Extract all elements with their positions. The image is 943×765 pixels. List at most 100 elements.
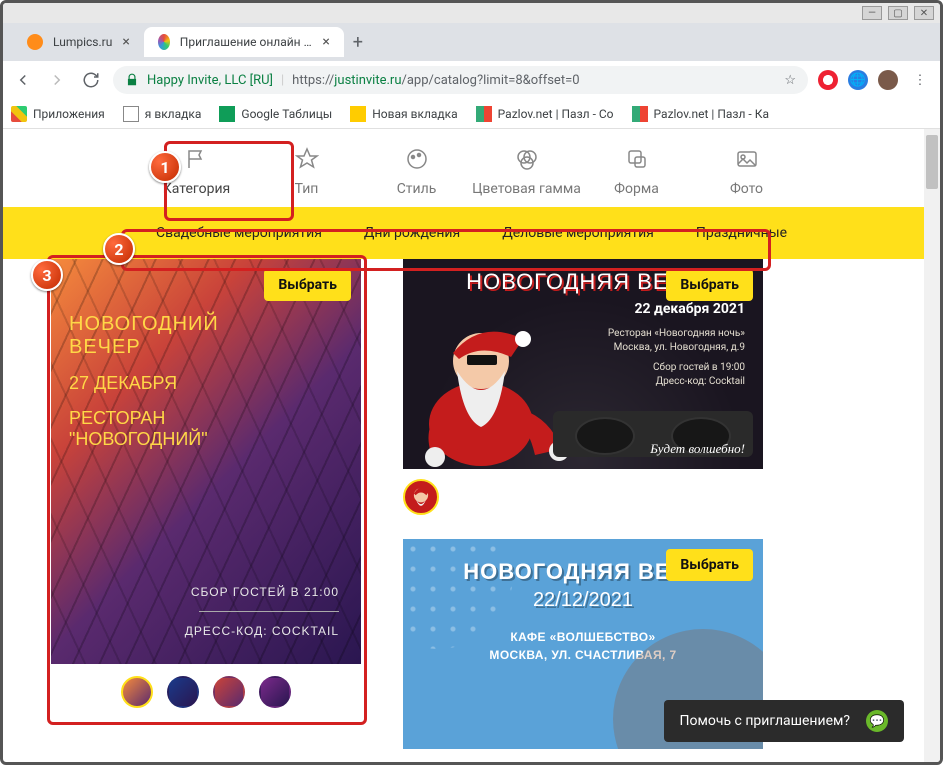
browser-tab[interactable]: Приглашение онлайн и сайт ме × xyxy=(144,27,344,57)
new-tab-button[interactable]: + xyxy=(344,28,372,56)
template-card[interactable]: Выбрать НОВОГОДНЯЯ ВЕЧЕ 22 декабря 2021 … xyxy=(403,259,763,525)
category-item[interactable]: Дни рождения xyxy=(364,225,460,241)
profile-avatar[interactable] xyxy=(878,70,898,90)
back-button[interactable] xyxy=(11,68,35,92)
lock-icon xyxy=(125,73,139,87)
window-minimize-button[interactable]: — xyxy=(862,6,882,20)
window-titlebar: — ▢ ✕ xyxy=(3,3,940,23)
chat-icon: 💬 xyxy=(866,710,888,732)
bookmark-label: Новая вкладка xyxy=(372,107,457,121)
star-icon[interactable]: ☆ xyxy=(784,73,796,88)
card-date: 27 ДЕКАБРЯ xyxy=(69,373,219,394)
color-swatches xyxy=(403,469,763,525)
reload-button[interactable] xyxy=(79,68,103,92)
filter-label: Фото xyxy=(730,181,763,197)
filter-label: Стиль xyxy=(397,181,437,197)
cards-grid: 3 Выбрать НОВОГОДНИЙ ВЕЧЕР 27 ДЕКАБРЯ РЕ… xyxy=(3,259,940,273)
filter-type[interactable]: Тип xyxy=(252,147,362,197)
filter-color[interactable]: Цветовая гамма xyxy=(472,147,582,197)
filter-tabs: Категория Тип Стиль Цветовая гамма Форма… xyxy=(3,129,940,207)
page-content: 1 Категория Тип Стиль Цветовая гамма Фор… xyxy=(3,129,940,762)
filter-style[interactable]: Стиль xyxy=(362,147,472,197)
tab-close-icon[interactable]: × xyxy=(322,34,329,50)
star-icon xyxy=(295,147,319,171)
scrollbar[interactable] xyxy=(924,129,940,762)
color-swatch[interactable] xyxy=(259,676,291,708)
bookmarks-bar: Приложения я вкладка Google Таблицы Нова… xyxy=(3,99,940,129)
bookmark-item[interactable]: Новая вкладка xyxy=(350,106,457,122)
select-button[interactable]: Выбрать xyxy=(666,549,753,581)
apps-icon xyxy=(11,106,27,122)
filter-photo[interactable]: Фото xyxy=(692,147,802,197)
palette-icon xyxy=(405,147,429,171)
filter-label: Цветовая гамма xyxy=(472,181,581,197)
card-dress-code: ДРЕСС-КОД: COCKTAIL xyxy=(185,624,339,638)
card-title-line: ВЕЧЕР xyxy=(69,336,219,359)
doc-icon xyxy=(123,106,139,122)
bookmark-label: Google Таблицы xyxy=(241,107,332,121)
color-swatch[interactable] xyxy=(403,479,439,515)
annotation-badge: 1 xyxy=(149,151,181,183)
sheets-icon xyxy=(219,106,235,122)
card-date: 22 декабря 2021 xyxy=(635,301,746,317)
card-details: Ресторан «Новогодняя ночь» Москва, ул. Н… xyxy=(608,327,745,389)
tab-title: Lumpics.ru xyxy=(53,35,112,49)
bookmark-label: Приложения xyxy=(33,107,105,121)
color-swatch[interactable] xyxy=(167,676,199,708)
url-host: justinvite.ru xyxy=(334,73,401,88)
category-item[interactable]: Праздничные xyxy=(696,225,787,241)
category-item[interactable]: Свадебные мероприятия xyxy=(156,225,322,241)
color-swatches xyxy=(51,664,361,720)
select-button[interactable]: Выбрать xyxy=(666,269,753,301)
filter-label: Форма xyxy=(614,181,659,197)
browser-tabs-row: Lumpics.ru × Приглашение онлайн и сайт м… xyxy=(3,23,940,61)
extension-icon[interactable]: 🌐 xyxy=(848,70,868,90)
bookmark-item[interactable]: Pazlov.net | Пазл - Ка xyxy=(632,106,769,122)
help-label: Помочь с приглашением? xyxy=(680,713,851,729)
browser-toolbar: Happy Invite, LLC [RU] | https://justinv… xyxy=(3,61,940,99)
filter-shape[interactable]: Форма xyxy=(582,147,692,197)
puzzle-icon xyxy=(476,106,492,122)
bookmark-item[interactable]: Pazlov.net | Пазл - Со xyxy=(476,106,614,122)
window-close-button[interactable]: ✕ xyxy=(914,6,934,20)
bookmark-label: Pazlov.net | Пазл - Со xyxy=(498,107,614,121)
secure-label: Happy Invite, LLC [RU] xyxy=(147,73,273,88)
bookmarks-apps[interactable]: Приложения xyxy=(11,106,105,122)
card-venue: КАФЕ «ВОЛШЕБСТВО» МОСКВА, УЛ. СЧАСТЛИВАЯ… xyxy=(403,628,763,664)
bookmark-item[interactable]: Google Таблицы xyxy=(219,106,332,122)
favicon-icon xyxy=(158,34,170,50)
bookmark-label: Pazlov.net | Пазл - Ка xyxy=(654,107,769,121)
menu-button[interactable]: ⋮ xyxy=(908,68,932,92)
bookmark-label: я вкладка xyxy=(145,107,202,121)
divider xyxy=(199,611,339,612)
select-button[interactable]: Выбрать xyxy=(264,269,351,301)
venn-icon xyxy=(515,147,539,171)
card-date: 22/12/2021 xyxy=(403,589,763,612)
template-preview: НОВОГОДНИЙ ВЕЧЕР 27 ДЕКАБРЯ РЕСТОРАН"НОВ… xyxy=(51,259,361,664)
image-icon xyxy=(735,147,759,171)
color-swatch[interactable] xyxy=(121,676,153,708)
tab-close-icon[interactable]: × xyxy=(122,34,129,50)
bookmark-item[interactable]: я вкладка xyxy=(123,106,202,122)
window-maximize-button[interactable]: ▢ xyxy=(888,6,908,20)
tab-title: Приглашение онлайн и сайт ме xyxy=(180,35,313,49)
forward-button[interactable] xyxy=(45,68,69,92)
flag-icon xyxy=(185,147,209,171)
url-scheme: https:// xyxy=(292,73,334,88)
scrollbar-thumb[interactable] xyxy=(926,135,938,189)
browser-tab[interactable]: Lumpics.ru × xyxy=(13,27,144,57)
card-venue: РЕСТОРАН"НОВОГОДНИЙ" xyxy=(69,408,219,449)
card-tagline: Будет волшебно! xyxy=(650,441,745,457)
extension-icon[interactable] xyxy=(818,70,838,90)
card-gather-time: СБОР ГОСТЕЙ В 21:00 xyxy=(185,585,339,599)
category-item[interactable]: Деловые мероприятия xyxy=(502,225,654,241)
browser-window: — ▢ ✕ Lumpics.ru × Приглашение онлайн и … xyxy=(0,0,943,765)
puzzle-icon xyxy=(632,106,648,122)
template-card[interactable]: Выбрать НОВОГОДНИЙ ВЕЧЕР 27 ДЕКАБРЯ РЕСТ… xyxy=(51,259,361,720)
favicon-icon xyxy=(27,34,43,50)
address-bar[interactable]: Happy Invite, LLC [RU] | https://justinv… xyxy=(113,66,808,94)
filter-label: Категория xyxy=(163,181,230,197)
color-swatch[interactable] xyxy=(213,676,245,708)
url-path: /app/catalog?limit=8&offset=0 xyxy=(401,73,579,88)
help-widget[interactable]: Помочь с приглашением? 💬 xyxy=(664,700,905,742)
